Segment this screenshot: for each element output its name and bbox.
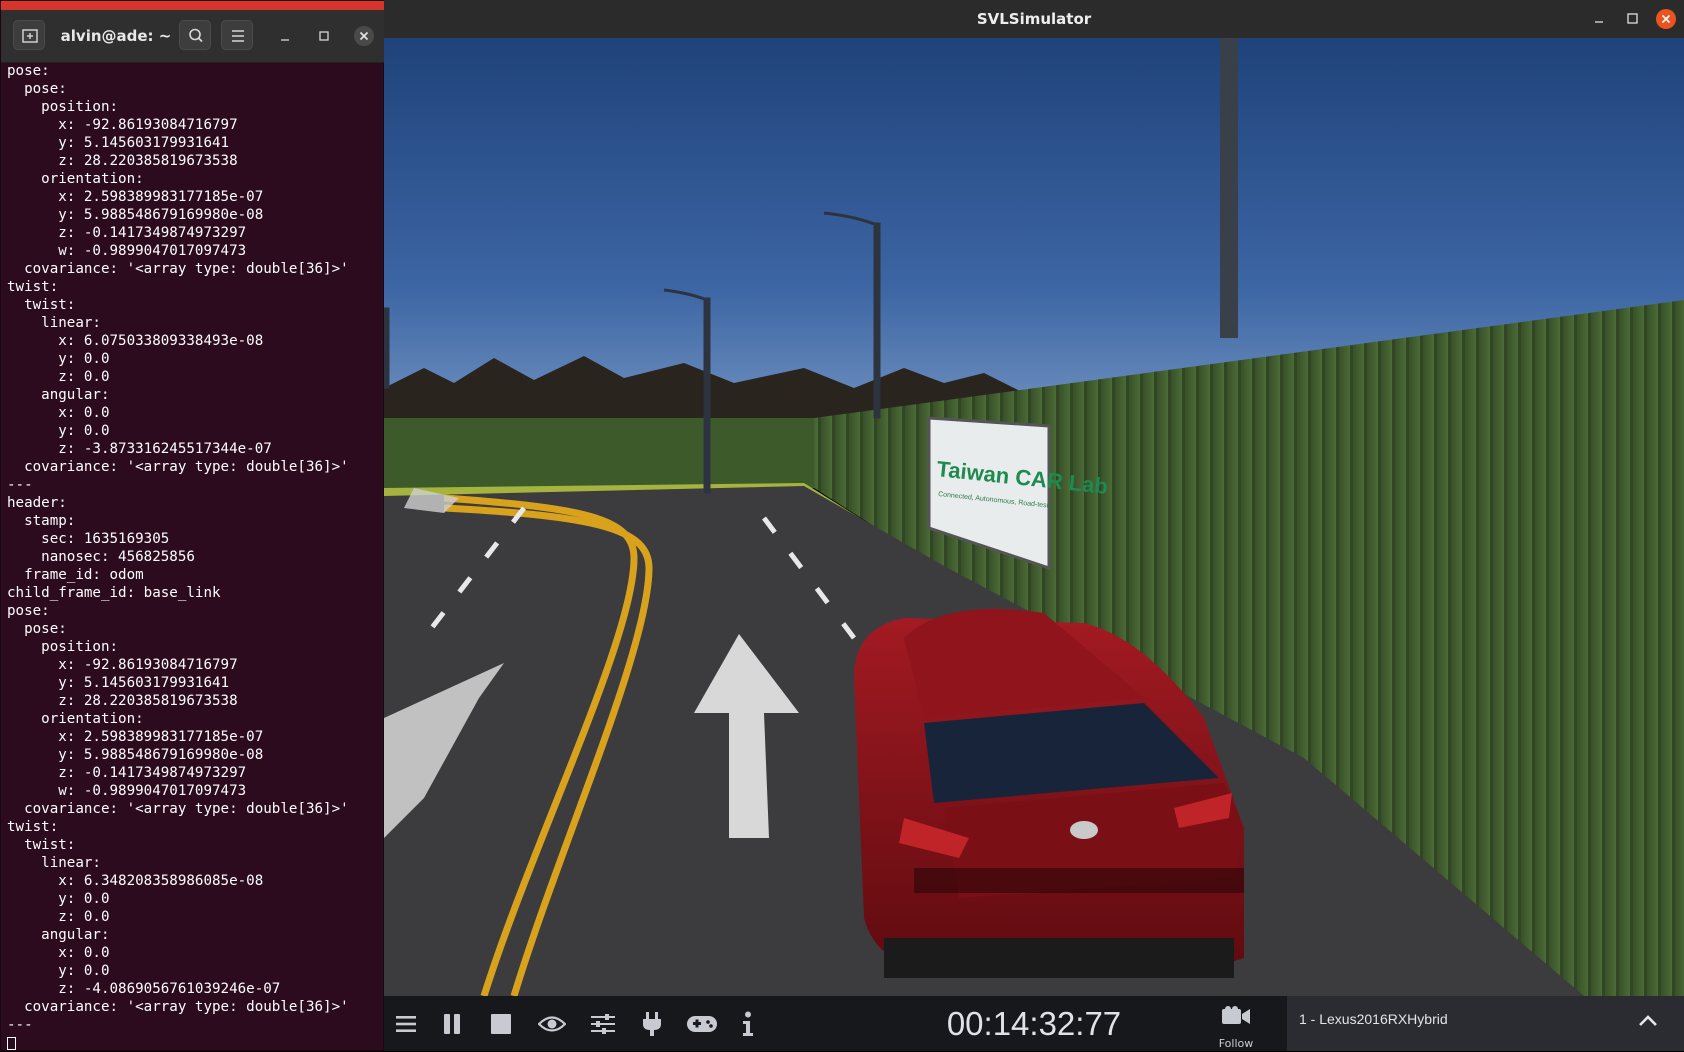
menu-button[interactable] [221, 20, 253, 50]
stop-button[interactable] [476, 996, 526, 1051]
info-icon [743, 1011, 753, 1036]
new-tab-button[interactable] [13, 20, 45, 50]
plugin-button[interactable] [628, 996, 676, 1051]
scene-render: Taiwan CAR Lab Connected, Autonomous, Ro… [384, 38, 1684, 996]
simulator-title: SVLSimulator [976, 10, 1092, 28]
simulation-time: 00:14:32:77 [946, 1005, 1122, 1042]
chevron-up-icon[interactable] [1637, 1013, 1659, 1029]
hamburger-menu-icon [232, 30, 244, 42]
plug-icon [643, 1011, 661, 1036]
minimize-icon[interactable] [1589, 8, 1611, 30]
sliders-icon [591, 1013, 615, 1034]
terminal-window: alvin@ade: ~ pose: pose: position: x: -9… [0, 0, 385, 1052]
follow-label: Follow [1218, 1037, 1254, 1050]
terminal-output-area[interactable]: pose: pose: position: x: -92.86193084716… [7, 62, 383, 1052]
new-tab-icon [22, 29, 38, 43]
maximize-icon[interactable] [313, 25, 335, 47]
simulation-viewport[interactable]: Taiwan CAR Lab Connected, Autonomous, Ro… [384, 38, 1684, 996]
search-button[interactable] [179, 20, 211, 50]
minimize-icon[interactable] [274, 25, 296, 47]
terminal-titlebar[interactable]: alvin@ade: ~ [1, 10, 385, 63]
vehicle-select[interactable]: 1 - Lexus2016RXHybrid [1287, 996, 1684, 1051]
terminal-title: alvin@ade: ~ [60, 27, 172, 45]
stop-icon [491, 1013, 511, 1034]
simulator-titlebar[interactable]: SVLSimulator [384, 0, 1684, 39]
close-icon[interactable] [353, 25, 375, 47]
eye-icon [538, 1015, 566, 1032]
search-icon [189, 28, 203, 43]
terminal-focus-accent [1, 1, 385, 10]
close-icon[interactable] [1655, 8, 1677, 30]
controls-button[interactable] [676, 996, 728, 1051]
hamburger-menu-icon [396, 1015, 416, 1032]
settings-button[interactable] [578, 996, 628, 1051]
maximize-icon[interactable] [1622, 8, 1644, 30]
terminal-output: pose: pose: position: x: -92.86193084716… [7, 63, 349, 1033]
simulator-window: SVLSimulator Taiwan CAR Lab Connected, A… [384, 0, 1684, 1051]
pause-icon [444, 1013, 460, 1034]
info-button[interactable] [728, 996, 768, 1051]
simulator-toolbar: 00:14:32:77 1 - Lexus2016RXHybrid [384, 996, 1684, 1051]
gamepad-icon [687, 1015, 717, 1032]
video-camera-icon [1222, 1006, 1250, 1024]
visibility-button[interactable] [526, 996, 578, 1051]
terminal-cursor [7, 1037, 16, 1050]
pause-button[interactable] [428, 996, 476, 1051]
back-fence [384, 418, 814, 488]
follow-camera-button[interactable] [1214, 996, 1258, 1036]
vehicle-select-value: 1 - Lexus2016RXHybrid [1299, 1011, 1448, 1027]
menu-button[interactable] [384, 996, 428, 1051]
